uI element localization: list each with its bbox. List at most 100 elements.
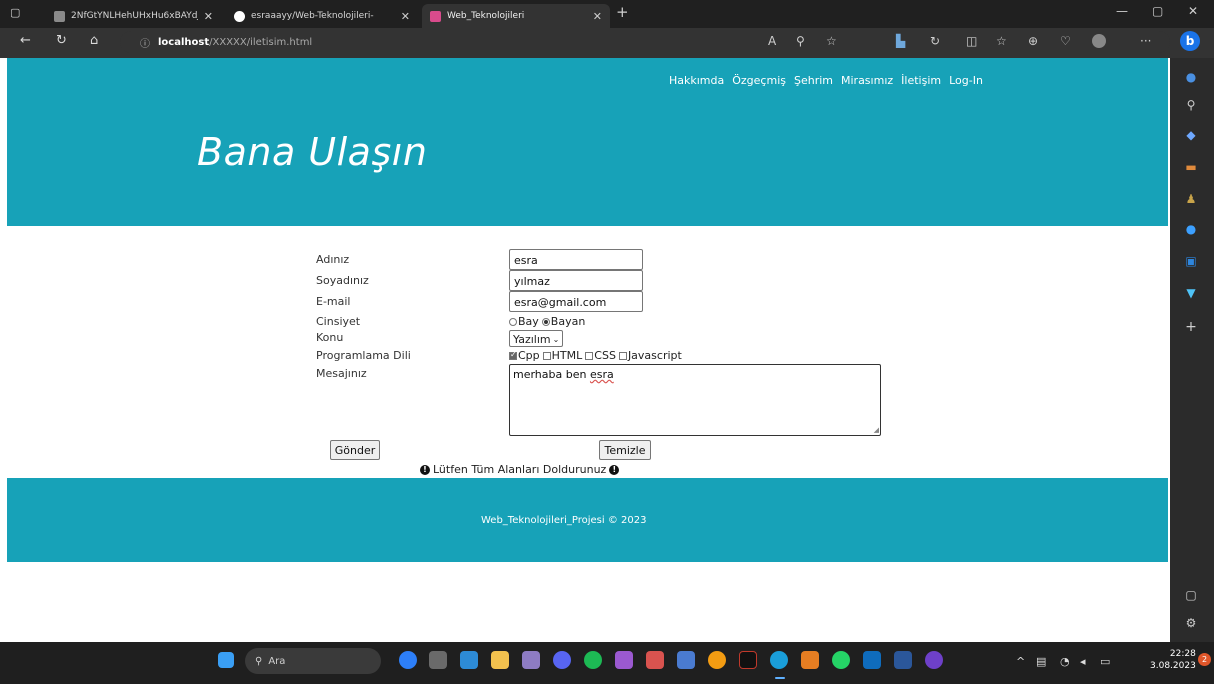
sidebar-toggle-icon[interactable]: ▢ [1184,588,1198,602]
surname-input[interactable]: yılmaz [509,270,643,291]
volume-icon[interactable]: ◂ [1080,655,1086,668]
gender-male-radio[interactable] [509,317,517,326]
github-desktop-icon[interactable] [925,651,943,669]
nav-item-heritage[interactable]: Mirasımız [841,74,893,87]
resize-handle-icon[interactable]: ◢ [874,426,879,434]
app-icon[interactable] [522,651,540,669]
clock-time: 22:28 [1169,649,1196,659]
chrome-icon[interactable] [708,651,726,669]
spotify-icon[interactable] [584,651,602,669]
app-icon[interactable] [677,651,695,669]
javascript-label: Javascript [627,349,682,362]
nav-item-contact[interactable]: İletişim [901,74,941,87]
nav-item-login[interactable]: Log-In [949,74,983,87]
visual-studio-icon[interactable] [615,651,633,669]
tab-2[interactable]: esraaayy/Web-Teknolojileri- ✕ [226,4,418,28]
search-label: Ara [268,655,286,667]
games-icon[interactable]: ♟ [1184,192,1198,206]
favorites-bar-icon[interactable]: ☆ [996,34,1007,48]
info-icon: ! [420,464,430,475]
search-icon[interactable]: ⚲ [1184,98,1198,112]
css-checkbox[interactable] [585,351,594,360]
favorite-icon[interactable]: ☆ [826,34,837,48]
close-icon[interactable]: ✕ [401,10,410,23]
cpp-label: Cpp [518,349,540,362]
name-input[interactable]: esra [509,249,643,270]
edge-icon[interactable] [770,651,788,669]
mail-icon[interactable] [863,651,881,669]
minimize-icon[interactable]: — [1116,4,1128,18]
message-text-misspelled: esra [589,368,614,381]
notification-badge[interactable]: 2 [1198,653,1211,666]
calendar-icon[interactable] [646,651,664,669]
settings-icon[interactable]: ⚙ [1184,616,1198,630]
gender-female-label: Bayan [550,315,586,328]
submit-button[interactable]: Gönder [330,440,380,460]
file-explorer-icon[interactable] [491,651,509,669]
gender-female-radio[interactable] [541,317,550,326]
info-icon: ⓘ [140,38,150,50]
refresh-icon[interactable]: ↻ [56,33,67,48]
wifi-icon[interactable]: ◔ [1060,655,1070,668]
reset-button[interactable]: Temizle [599,440,651,460]
bing-icon[interactable]: b [1180,31,1200,51]
close-icon[interactable]: ✕ [204,10,213,23]
javascript-checkbox[interactable] [618,351,627,360]
html-label: HTML [551,349,583,362]
app-icon[interactable] [801,651,819,669]
tab-actions-icon[interactable]: ▢ [10,6,20,19]
system-clock[interactable]: 22:28 3.08.2023 [1150,648,1196,672]
gender-male-label: Bay [518,315,539,328]
battery-icon[interactable]: ▭ [1100,655,1110,668]
discord-icon[interactable] [553,651,571,669]
refresh-extension-icon[interactable]: ↻ [930,34,940,48]
outlook-icon[interactable]: ▣ [1184,254,1198,268]
back-icon[interactable]: ← [20,33,31,48]
word-icon[interactable] [894,651,912,669]
close-icon[interactable]: ✕ [593,10,602,23]
close-window-icon[interactable]: ✕ [1188,4,1198,18]
keyboard-icon[interactable]: ▤ [1036,655,1046,668]
shopping-icon[interactable]: ▼ [1184,286,1198,300]
whatsapp-icon[interactable] [832,651,850,669]
topic-select[interactable]: Yazılım ⌄ [509,330,564,347]
chevron-up-icon[interactable]: ^ [1016,655,1025,668]
collections-icon[interactable]: ⊕ [1028,34,1038,48]
html-checkbox[interactable] [542,351,551,360]
bell-icon[interactable]: ● [1184,70,1198,84]
task-view-icon[interactable] [429,651,447,669]
more-icon[interactable]: ··· [1140,34,1151,48]
tab-3[interactable]: Web_Teknolojileri ✕ [422,4,610,28]
extension-icon[interactable]: ▙ [896,34,905,48]
nav-item-city[interactable]: Şehrim [794,74,833,87]
message-textarea[interactable]: merhaba ben esra ◢ [509,364,881,436]
url-field[interactable]: ⓘ localhost/XXXXX/iletisim.html [120,31,1170,53]
vscode-icon[interactable] [460,651,478,669]
split-screen-icon[interactable]: ◫ [966,34,977,48]
cpp-checkbox[interactable] [509,350,517,360]
profile-avatar[interactable] [1092,34,1106,48]
tab-1[interactable]: 2NfGtYNLHehUHxHu6xBAYdJNF ✕ [46,4,221,28]
tag-icon[interactable]: ◆ [1184,128,1198,142]
new-tab-icon[interactable]: + [616,3,629,21]
warning-text: Lütfen Tüm Alanları Doldurunuz [433,463,607,476]
email-input[interactable]: esra@gmail.com [509,291,643,312]
nav-item-about[interactable]: Hakkımda [669,74,724,87]
toolbox-icon[interactable]: ▬ [1184,160,1198,174]
copilot-taskbar-icon[interactable] [399,651,417,669]
restore-icon[interactable]: ▢ [1152,4,1163,18]
topic-selected-value: Yazılım [513,332,551,346]
zoom-icon[interactable]: ⚲ [796,34,805,48]
app-icon[interactable] [739,651,757,669]
copilot-icon[interactable]: ● [1184,222,1198,236]
taskbar-search[interactable]: ⚲ Ara [245,648,381,674]
github-icon [234,10,245,22]
home-icon[interactable]: ⌂ [90,33,98,48]
nav-item-cv[interactable]: Özgeçmiş [732,74,786,87]
add-icon[interactable]: + [1184,320,1198,334]
read-aloud-icon[interactable]: A [768,34,776,48]
start-icon[interactable] [218,652,234,668]
performance-icon[interactable]: ♡ [1060,34,1071,48]
active-indicator [775,677,785,679]
tab-title: esraaayy/Web-Teknolojileri- [251,11,374,21]
